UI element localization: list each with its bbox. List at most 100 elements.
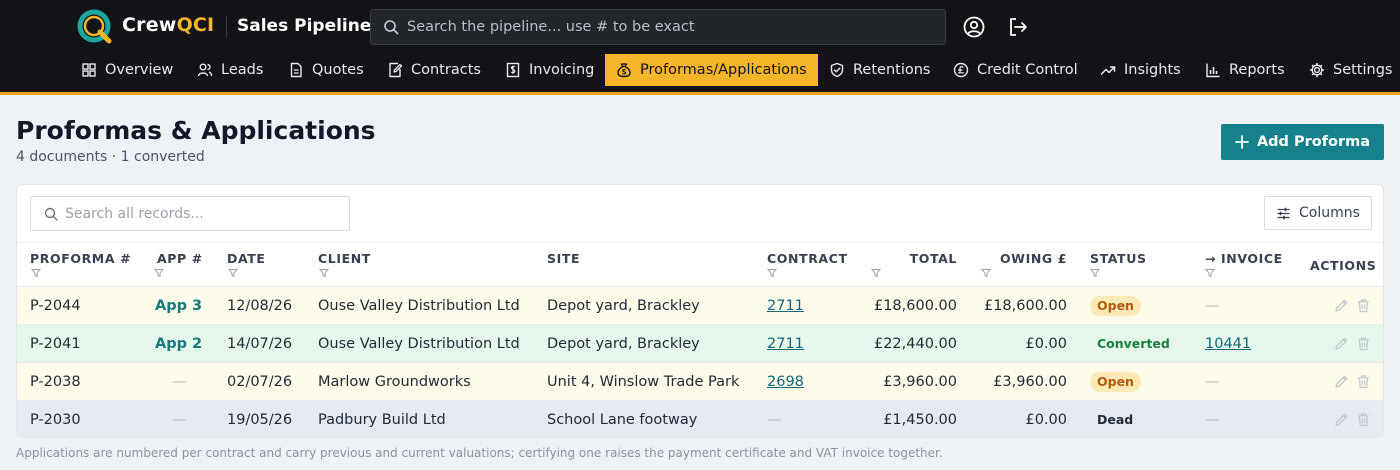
nav-insights[interactable]: Insights	[1089, 54, 1192, 86]
header-total[interactable]: TOTAL	[877, 251, 957, 266]
cell-app[interactable]: App 3	[155, 287, 202, 325]
header-client[interactable]: CLIENT	[318, 251, 371, 266]
cell-owing: £18,600.00	[983, 298, 1067, 314]
cell-date: 02/07/26	[227, 374, 293, 390]
cell-total: £18,600.00	[873, 298, 957, 314]
header-status[interactable]: STATUS	[1090, 251, 1147, 266]
nav-settings[interactable]: Settings	[1298, 54, 1400, 86]
invoice-icon	[506, 62, 520, 78]
edit-icon[interactable]	[1334, 374, 1349, 389]
cell-site: Depot yard, Brackley	[547, 298, 700, 314]
nav-quotes[interactable]: Quotes	[277, 54, 375, 86]
cell-client: Marlow Groundworks	[318, 374, 471, 390]
table-row[interactable]: P-2041 App 2 14/07/26 Ouse Valley Distri…	[17, 324, 1383, 363]
shield-icon	[830, 62, 844, 78]
filter-icon[interactable]	[767, 268, 777, 278]
users-icon	[197, 63, 213, 77]
edit-icon[interactable]	[1334, 336, 1349, 351]
table-row[interactable]: P-2038 — 02/07/26 Marlow Groundworks Uni…	[17, 362, 1383, 400]
filter-icon[interactable]	[319, 268, 329, 278]
contract-link[interactable]: 2711	[767, 336, 804, 352]
edit-document-icon	[389, 62, 403, 78]
global-search[interactable]	[370, 9, 946, 45]
header-owing[interactable]: OWING £	[977, 251, 1067, 266]
global-search-input[interactable]	[407, 10, 937, 44]
header-invoice[interactable]: → INVOICE	[1205, 251, 1283, 266]
cell-app: —	[172, 412, 187, 428]
cell-owing: £3,960.00	[993, 374, 1067, 390]
edit-icon[interactable]	[1334, 298, 1349, 313]
delete-icon[interactable]	[1356, 374, 1371, 389]
cell-proforma: P-2041	[30, 336, 81, 352]
filter-icon[interactable]	[228, 268, 238, 278]
nav-overview[interactable]: Overview	[70, 54, 184, 86]
header-site[interactable]: SITE	[547, 251, 580, 266]
bar-chart-icon	[1206, 63, 1220, 78]
cell-site: Depot yard, Brackley	[547, 336, 700, 352]
cell-total: £1,450.00	[883, 412, 957, 428]
header-proforma[interactable]: PROFORMA #	[30, 251, 131, 266]
nav-label: Leads	[221, 62, 264, 78]
nav-leads[interactable]: Leads	[186, 54, 274, 86]
cell-site: Unit 4, Winslow Trade Park	[547, 374, 740, 390]
cell-client: Ouse Valley Distribution Ltd	[318, 336, 520, 352]
page-title: Proformas & Applications	[16, 116, 376, 145]
invoice-link[interactable]: 10441	[1205, 336, 1251, 352]
nav-label: Settings	[1333, 62, 1393, 78]
filter-icon[interactable]	[1090, 268, 1100, 278]
records-search-input[interactable]	[65, 197, 345, 230]
crewqci-logo-icon[interactable]	[76, 8, 114, 46]
document-icon	[290, 62, 302, 78]
nav-credit-control[interactable]: Credit Control	[942, 54, 1089, 86]
status-badge: Open	[1090, 372, 1141, 392]
logout-icon[interactable]	[1006, 15, 1030, 39]
add-proforma-label: Add Proforma	[1256, 134, 1371, 150]
filter-icon[interactable]	[31, 268, 41, 278]
cell-total: £3,960.00	[883, 374, 957, 390]
columns-label: Columns	[1299, 205, 1360, 221]
header-date[interactable]: DATE	[227, 251, 266, 266]
add-proforma-button[interactable]: Add Proforma	[1221, 124, 1384, 160]
nav-label: Invoicing	[529, 62, 595, 78]
cell-client: Padbury Build Ltd	[318, 412, 446, 428]
grid-icon	[82, 63, 96, 77]
plus-icon	[1235, 135, 1249, 149]
nav-contracts[interactable]: Contracts	[376, 54, 492, 86]
nav-label: Retentions	[853, 62, 931, 78]
delete-icon[interactable]	[1356, 336, 1371, 351]
cell-app[interactable]: App 2	[155, 325, 202, 363]
search-icon	[384, 20, 399, 35]
contract-link[interactable]: 2711	[767, 298, 804, 314]
nav-invoicing[interactable]: Invoicing	[494, 54, 605, 86]
cell-proforma: P-2038	[30, 374, 81, 390]
nav-reports[interactable]: Reports	[1194, 54, 1296, 86]
nav-proformas-applications[interactable]: Proformas/Applications	[605, 54, 818, 86]
nav-label: Overview	[105, 62, 174, 78]
table-row[interactable]: P-2044 App 3 12/08/26 Ouse Valley Distri…	[17, 286, 1383, 325]
cell-owing: £0.00	[1025, 336, 1067, 352]
table-row[interactable]: P-2030 — 19/05/26 Padbury Build Ltd Scho…	[17, 400, 1383, 437]
header-actions: ACTIONS	[1310, 258, 1377, 273]
contract-link[interactable]: 2698	[767, 374, 804, 390]
user-account-icon[interactable]	[962, 15, 986, 39]
brand-divider	[226, 16, 227, 38]
page-subtitle: 4 documents · 1 converted	[16, 149, 205, 165]
delete-icon[interactable]	[1356, 412, 1371, 427]
filter-icon[interactable]	[981, 268, 991, 278]
filter-icon[interactable]	[871, 268, 881, 278]
search-icon	[44, 207, 58, 221]
edit-icon[interactable]	[1334, 412, 1349, 427]
records-search[interactable]	[30, 196, 350, 231]
nav-retentions[interactable]: Retentions	[818, 54, 941, 86]
status-badge: Dead	[1097, 412, 1134, 427]
pound-coin-icon	[953, 62, 969, 78]
brand-name: CrewQCI	[122, 14, 215, 36]
cell-date: 14/07/26	[227, 336, 293, 352]
filter-icon[interactable]	[154, 268, 164, 278]
delete-icon[interactable]	[1356, 298, 1371, 313]
filter-icon[interactable]	[1205, 268, 1215, 278]
nav-label: Contracts	[411, 62, 481, 78]
columns-button[interactable]: Columns	[1264, 196, 1372, 230]
header-app[interactable]: APP #	[157, 251, 203, 266]
header-contract[interactable]: CONTRACT	[767, 251, 848, 266]
